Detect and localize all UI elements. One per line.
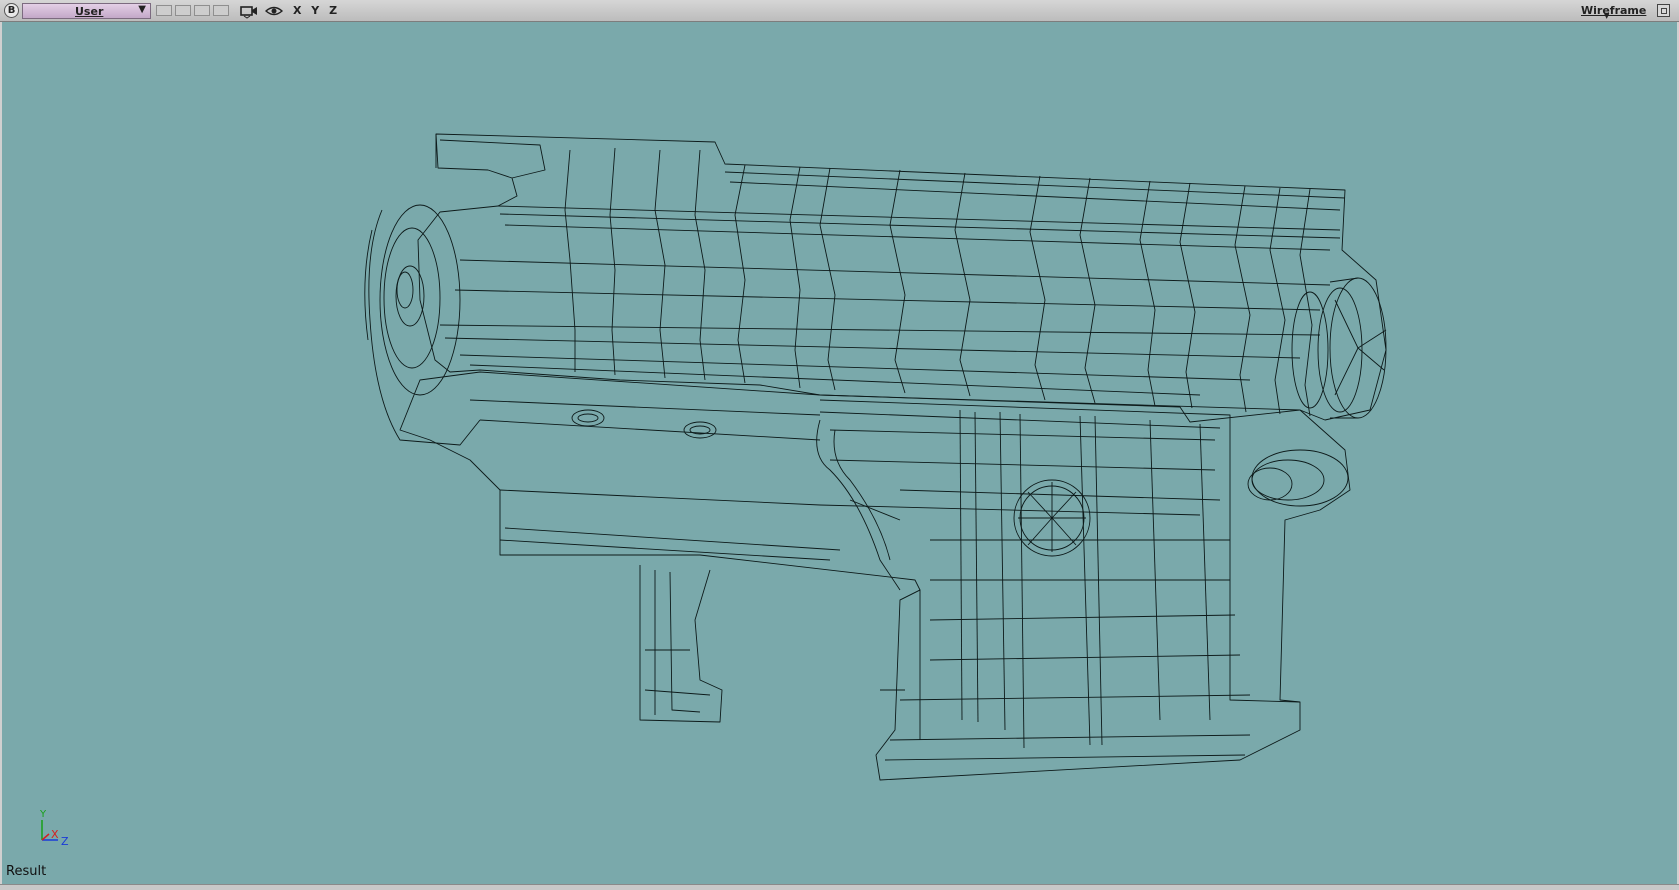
axis-gizmo: Y X Z	[39, 809, 69, 846]
bottom-edge-bar	[0, 884, 1679, 890]
status-label: Result	[6, 864, 47, 879]
axis-label-y: Y	[39, 809, 47, 820]
axis-label-x: X	[51, 828, 59, 841]
lower-receiver-wireframe	[399, 371, 1351, 781]
axis-label-z: Z	[61, 835, 69, 846]
upper-receiver-wireframe	[364, 133, 1387, 446]
wireframe-receiver-model[interactable]	[0, 0, 1679, 890]
